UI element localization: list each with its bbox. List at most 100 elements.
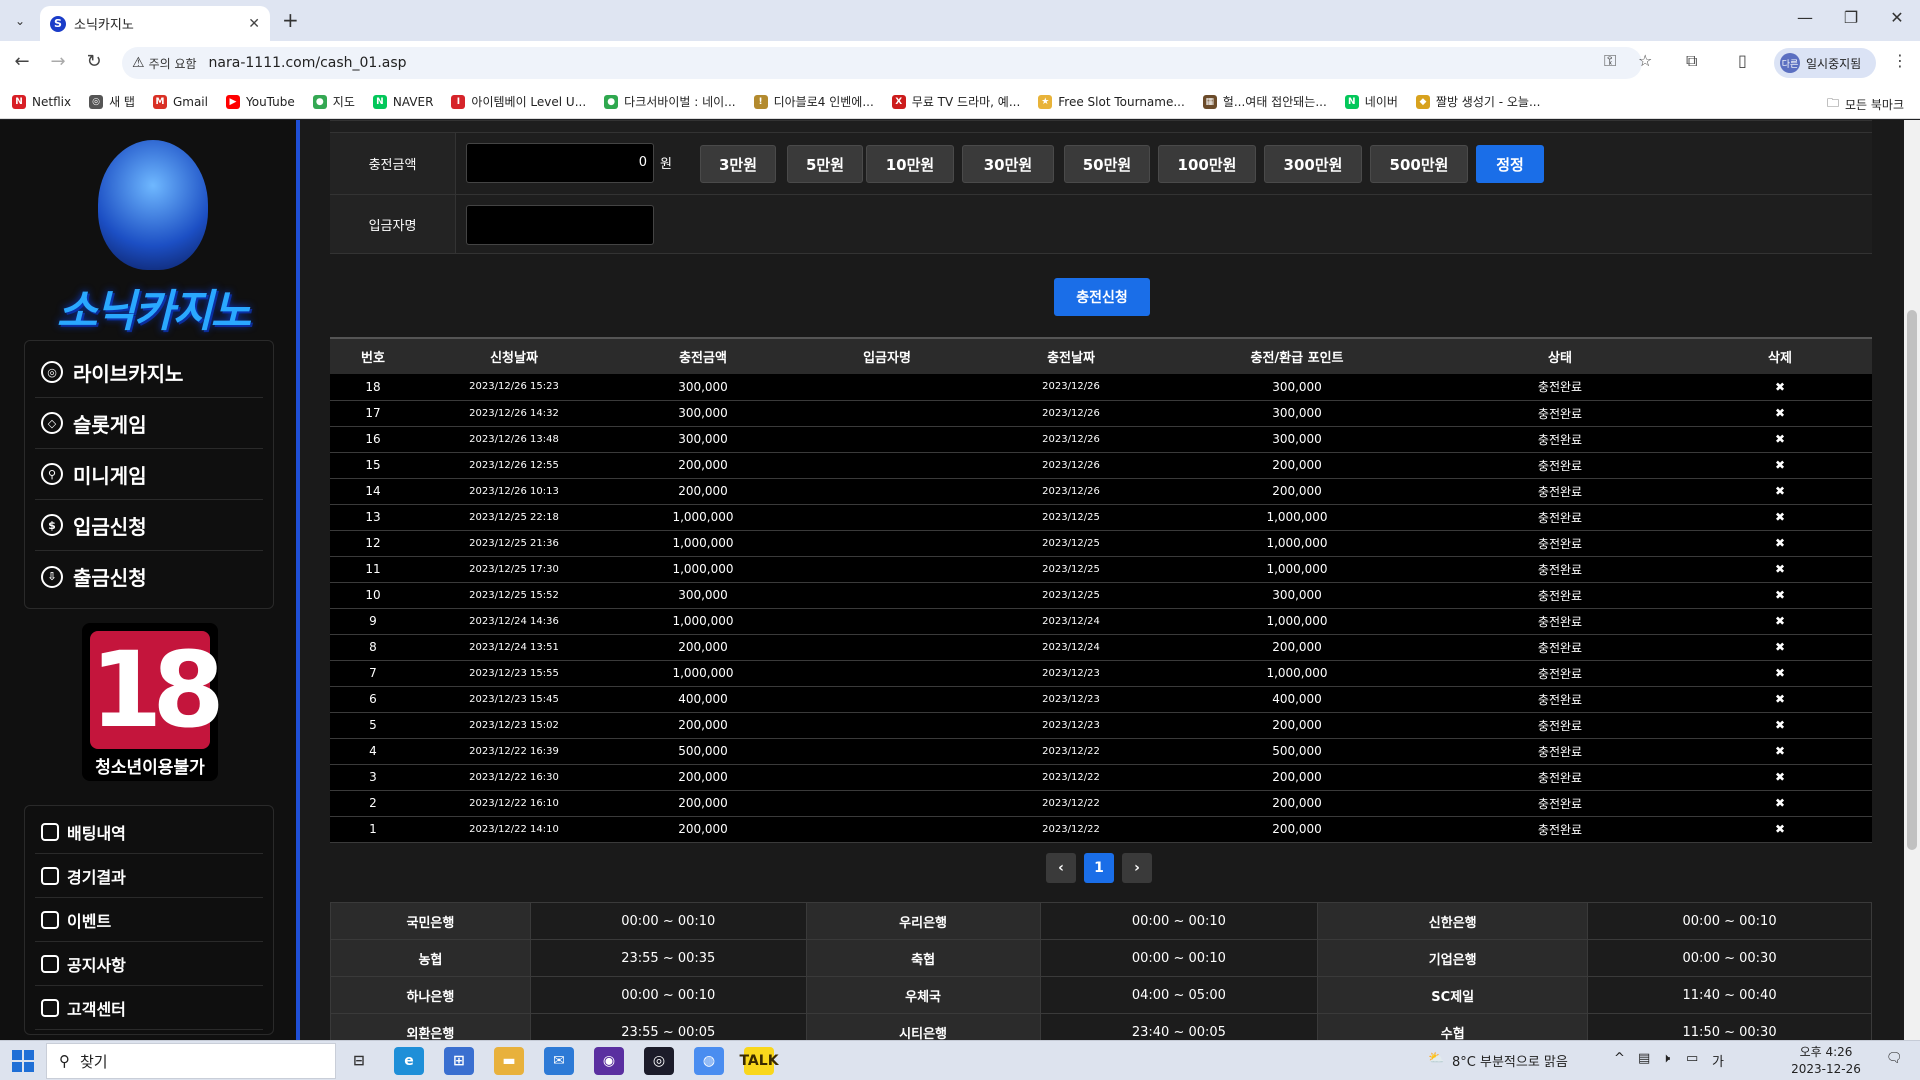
browser-tab[interactable]: S 소닉카지노 ✕ [40,6,270,41]
side-panel-icon[interactable]: ▯ [1738,51,1747,70]
notification-icon[interactable]: 🗨 [1886,1051,1903,1066]
page-1-button[interactable]: 1 [1084,853,1114,883]
sidebar-item[interactable]: ⚲ 미니게임 [35,449,263,500]
file-explorer-icon[interactable]: ▬ [494,1047,524,1075]
address-bar[interactable]: ⚠ 주의 요함 nara-1111.com/cash_01.asp [122,47,1642,79]
clock[interactable]: 오후 4:26 2023-12-26 [1786,1044,1866,1078]
amount-preset-button[interactable]: 10만원 [866,145,954,183]
delete-icon[interactable]: ✖ [1688,608,1872,635]
app-icon[interactable]: ◉ [594,1047,624,1075]
password-key-icon[interactable]: ⚿ [1604,51,1616,71]
tray-overflow-icon[interactable]: ^ [1614,1051,1625,1066]
delete-icon[interactable]: ✖ [1688,426,1872,453]
windows-start-icon[interactable] [12,1050,34,1072]
chrome-icon[interactable]: ◍ [694,1047,724,1075]
scrollbar-thumb[interactable] [1907,310,1917,850]
sidebar-item[interactable]: ◇ 슬롯게임 [35,398,263,449]
volume-icon[interactable]: 🕨 [1662,1051,1670,1066]
restore-icon[interactable]: ❐ [1828,8,1874,27]
bookmark-item[interactable]: ◆ 짤방 생성기 - 오늘... [1415,93,1540,110]
new-tab-icon[interactable]: + [282,8,299,32]
bookmark-item[interactable]: N NAVER [372,94,433,109]
more-menu-icon[interactable]: ⋮ [1892,51,1908,70]
forward-icon[interactable]: → [46,51,70,72]
delete-icon[interactable]: ✖ [1688,686,1872,713]
amount-preset-button[interactable]: 100만원 [1158,145,1256,183]
sidebar-subitem[interactable]: 공지사항 [35,942,263,986]
bookmark-item[interactable]: M Gmail [152,94,208,109]
bookmark-item[interactable]: ● 다크서바이벌 : 네이... [604,93,736,110]
delete-icon[interactable]: ✖ [1688,478,1872,505]
site-logo[interactable]: 소닉카지노 [28,140,278,340]
sidebar-item[interactable]: $ 입금신청 [35,500,263,551]
ime-icon[interactable]: 가 [1712,1051,1724,1070]
amount-preset-button[interactable]: 500만원 [1370,145,1468,183]
delete-icon[interactable]: ✖ [1688,556,1872,583]
delete-icon[interactable]: ✖ [1688,712,1872,739]
profile-button[interactable]: 다른 일시중지됨 [1774,48,1876,78]
close-window-icon[interactable]: ✕ [1874,8,1920,27]
delete-icon[interactable]: ✖ [1688,452,1872,479]
store-icon[interactable]: ⊞ [444,1047,474,1075]
network-icon[interactable]: ▤ [1638,1051,1650,1066]
correct-button[interactable]: 정정 [1476,145,1544,183]
bookmark-item[interactable]: ● 지도 [312,93,355,110]
weather-text[interactable]: 8°C 부분적으로 맑음 [1452,1051,1568,1070]
bookmark-item[interactable]: ★ Free Slot Tourname... [1038,94,1185,109]
prev-page-icon[interactable]: ‹ [1046,853,1076,883]
delete-icon[interactable]: ✖ [1688,634,1872,661]
sidebar-item[interactable]: ⇩ 출금신청 [35,551,263,602]
bookmark-item[interactable]: ◎ 새 탭 [89,93,135,110]
amount-input[interactable]: 0 [466,143,654,183]
delete-icon[interactable]: ✖ [1688,764,1872,791]
bookmark-item[interactable]: ▶ YouTube [225,94,295,109]
next-page-icon[interactable]: › [1122,853,1152,883]
amount-preset-button[interactable]: 3만원 [700,145,776,183]
amount-preset-button[interactable]: 50만원 [1064,145,1150,183]
amount-preset-button[interactable]: 5만원 [787,145,863,183]
tab-search-icon[interactable]: ⌄ [8,9,32,33]
sidebar-subitem[interactable]: 배팅내역 [35,810,263,854]
amount-preset-button[interactable]: 30만원 [962,145,1054,183]
mail-icon[interactable]: ✉ [544,1047,574,1075]
bookmark-item[interactable]: ▦ 헐...여태 접안돼는... [1202,93,1327,110]
amount-preset-button[interactable]: 300만원 [1264,145,1362,183]
minimize-icon[interactable]: — [1782,8,1828,27]
depositor-input[interactable] [466,205,654,245]
delete-icon[interactable]: ✖ [1688,400,1872,427]
bookmark-item[interactable]: ! 디아블로4 인벤에... [753,93,874,110]
reload-icon[interactable]: ↻ [82,51,106,72]
close-tab-icon[interactable]: ✕ [248,16,260,32]
bookmark-label: YouTube [245,94,295,109]
bookmark-item[interactable]: N Netflix [12,94,71,109]
delete-icon[interactable]: ✖ [1688,738,1872,765]
delete-icon[interactable]: ✖ [1688,530,1872,557]
delete-icon[interactable]: ✖ [1688,660,1872,687]
sidebar-subitem[interactable]: 고객센터 [35,986,263,1030]
extensions-icon[interactable]: ⧉ [1686,51,1697,71]
bookmark-item[interactable]: N 네이버 [1344,93,1398,110]
task-view-icon[interactable]: ⊟ [344,1047,374,1075]
sidebar-item[interactable]: ◎ 라이브카지노 [35,347,263,398]
security-chip[interactable]: ⚠ 주의 요함 [132,55,197,72]
delete-icon[interactable]: ✖ [1688,504,1872,531]
delete-icon[interactable]: ✖ [1688,816,1872,843]
back-icon[interactable]: ← [10,51,34,72]
sidebar-subitem[interactable]: 경기결과 [35,854,263,898]
delete-icon[interactable]: ✖ [1688,582,1872,609]
kakaotalk-icon[interactable]: TALK [739,1047,779,1075]
sidebar-subitem[interactable]: 이벤트 [35,898,263,942]
fox-app-icon[interactable]: ◎ [644,1047,674,1075]
page-scrollbar[interactable] [1904,120,1920,1040]
taskbar-search[interactable]: ⚲ 찾기 [46,1043,336,1079]
charge-request-button[interactable]: 충전신청 [1054,278,1150,316]
all-bookmarks-button[interactable]: 🗀 모든 북마크 [1827,94,1904,115]
bookmark-item[interactable]: I 아이템베이 Level U... [451,93,586,110]
delete-icon[interactable]: ✖ [1688,790,1872,817]
delete-icon[interactable]: ✖ [1688,374,1872,401]
weather-icon[interactable]: ⛅ [1428,1051,1444,1066]
battery-icon[interactable]: ▭ [1686,1051,1698,1066]
bookmark-item[interactable]: X 무료 TV 드라마, 예... [891,93,1020,110]
bookmark-star-icon[interactable]: ☆ [1638,51,1652,70]
edge-icon[interactable]: e [394,1047,424,1075]
